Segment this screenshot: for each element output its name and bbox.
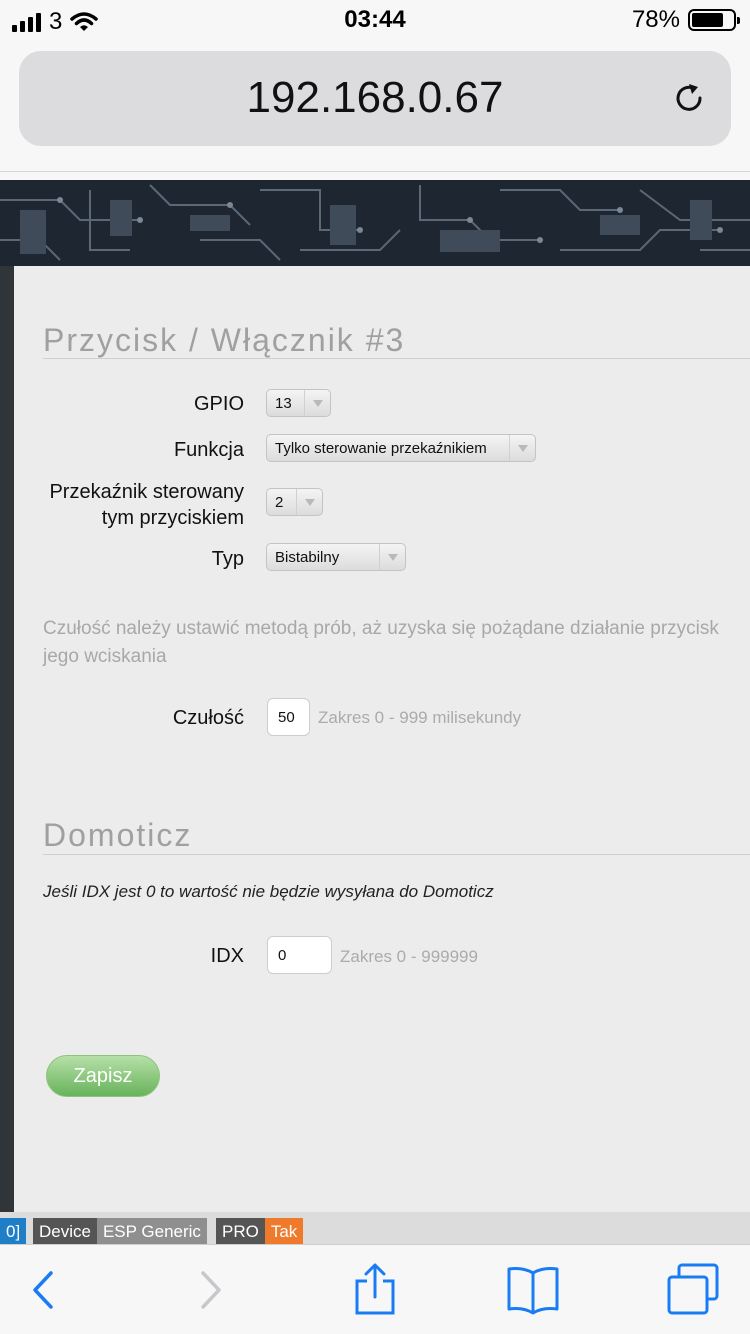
section-title-domoticz: Domoticz [43, 817, 193, 853]
sensitivity-hint-line1: Czułość należy ustawić metodą prób, aż u… [43, 618, 719, 639]
sidebar-edge [0, 266, 14, 1212]
share-icon[interactable] [345, 1263, 405, 1315]
typ-select-value: Bistabilny [275, 549, 340, 566]
tag-device: Device ESP Generic [33, 1218, 207, 1246]
tag-first: 0] [0, 1218, 27, 1246]
battery-icon [688, 9, 740, 31]
relay-label-line2: tym przyciskiem [101, 507, 244, 529]
czulosc-label: Czułość [172, 707, 244, 729]
tag-first-value: 0] [0, 1218, 27, 1246]
forward-icon[interactable] [181, 1263, 241, 1315]
tag-device-value: ESP Generic [96, 1218, 207, 1246]
funkcja-select[interactable]: Tylko sterowanie przekaźnikiem [266, 434, 536, 462]
status-right: 78% [631, 6, 740, 34]
sensitivity-hint: Czułość należy ustawić metodą prób, aż u… [43, 615, 750, 671]
browser-address-area: 192.168.0.67 [0, 40, 750, 172]
chevron-down-icon [379, 544, 405, 570]
tag-pro-key: PRO [216, 1218, 265, 1246]
address-bar[interactable]: 192.168.0.67 [19, 51, 731, 146]
section-title-button: Przycisk / Włącznik #3 [43, 322, 406, 358]
settings-content: Przycisk / Włącznik #3 GPIO 13 Funkcja T… [14, 266, 750, 1212]
chevron-down-icon [304, 390, 330, 416]
relay-select[interactable]: 2 [266, 488, 323, 516]
chevron-down-icon [296, 489, 322, 515]
section-divider [43, 358, 750, 359]
tag-device-key: Device [33, 1218, 97, 1246]
relay-label: Przekaźnik sterowany tym przyciskiem [49, 479, 244, 531]
gpio-select-value: 13 [275, 395, 292, 412]
tag-pro: PRO Tak [216, 1218, 304, 1246]
relay-label-line1: Przekaźnik sterowany [49, 481, 244, 503]
bookmarks-icon[interactable] [503, 1263, 563, 1315]
settings-page: Przycisk / Włącznik #3 GPIO 13 Funkcja T… [0, 266, 750, 1212]
funkcja-select-value: Tylko sterowanie przekaźnikiem [275, 440, 487, 457]
url-text[interactable]: 192.168.0.67 [19, 73, 731, 123]
funkcja-label: Funkcja [173, 439, 244, 461]
header-banner-image [0, 180, 750, 266]
gpio-label: GPIO [193, 393, 244, 415]
typ-select[interactable]: Bistabilny [266, 543, 406, 571]
pcb-pattern-image [0, 180, 750, 266]
battery-percent: 78% [631, 6, 680, 33]
section-divider [43, 854, 750, 855]
idx-range: Zakres 0 - 999999 [340, 947, 478, 966]
gpio-select[interactable]: 13 [266, 389, 331, 417]
save-button[interactable]: Zapisz [46, 1055, 160, 1097]
chevron-down-icon [509, 435, 535, 461]
idx-label: IDX [210, 945, 244, 967]
czulosc-range: Zakres 0 - 999 milisekundy [318, 708, 522, 727]
reload-icon[interactable] [671, 81, 707, 117]
status-bar: 3 03:44 78% [0, 0, 750, 40]
tag-pro-value: Tak [264, 1218, 304, 1246]
typ-label: Typ [211, 548, 244, 570]
idx-input[interactable]: 0 [267, 936, 332, 974]
czulosc-input[interactable]: 50 [267, 698, 310, 736]
relay-select-value: 2 [275, 494, 284, 511]
sensitivity-hint-line2: jego wciskania [43, 646, 167, 667]
tabs-icon[interactable] [663, 1263, 723, 1315]
browser-toolbar [0, 1244, 750, 1334]
domoticz-note: Jeśli IDX jest 0 to wartość nie będzie w… [43, 882, 494, 901]
back-icon[interactable] [13, 1263, 73, 1315]
